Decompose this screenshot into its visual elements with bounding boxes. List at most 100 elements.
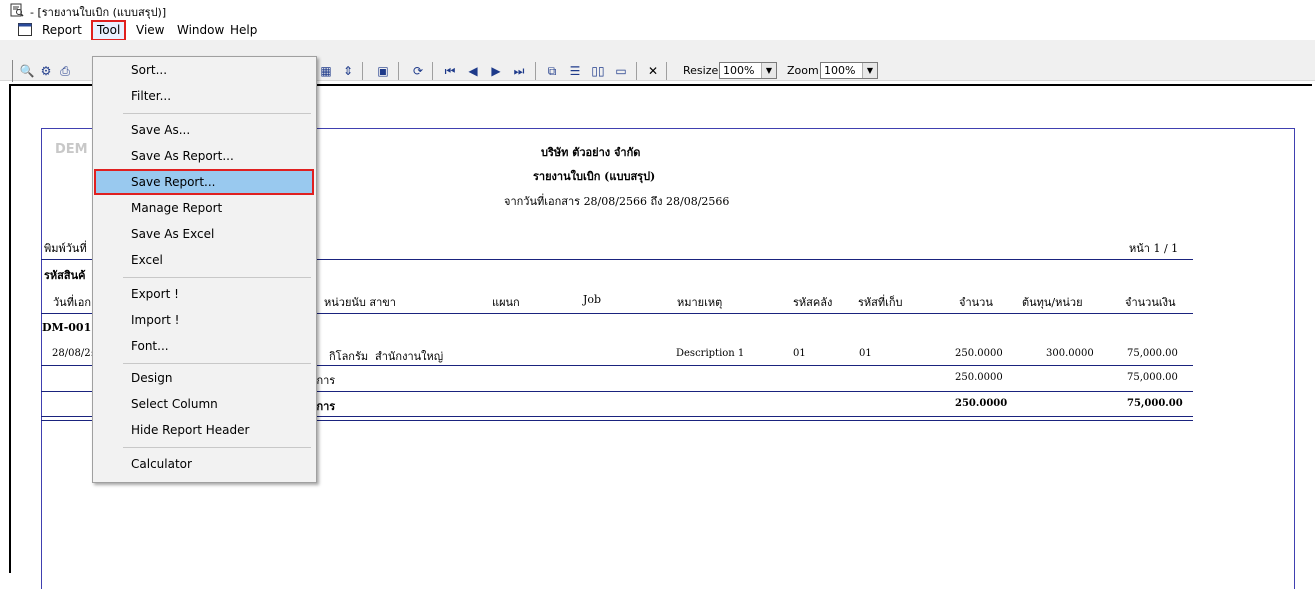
menu-item-hide-report-header[interactable]: Hide Report Header	[93, 419, 316, 441]
report-date-range: จากวันที่เอกสาร 28/08/2566 ถึง 28/08/256…	[504, 192, 729, 210]
col-amount: จำนวนเงิน	[1125, 296, 1176, 309]
menu-item-save-as[interactable]: Save As...	[93, 119, 316, 141]
fit-height-icon[interactable]: ⇕	[340, 63, 356, 79]
subtotal-qty: 250.0000	[955, 372, 1003, 383]
toolbar-grip	[12, 60, 13, 82]
close-icon[interactable]: ✕	[645, 63, 661, 79]
toolbar-separator	[666, 62, 667, 80]
menu-item-import[interactable]: Import !	[93, 309, 316, 331]
menu-item-save-as-report[interactable]: Save As Report...	[93, 145, 316, 167]
menu-item-label: Export !	[131, 287, 179, 301]
subtotal-amount: 75,000.00	[1127, 372, 1178, 383]
menu-separator	[123, 277, 311, 278]
menu-tool[interactable]: Tool	[90, 20, 127, 41]
menu-item-save-as-excel[interactable]: Save As Excel	[93, 223, 316, 245]
date-from: 28/08/2566	[583, 195, 647, 208]
menu-item-label: Filter...	[131, 89, 172, 103]
row-warehouse: 01	[793, 348, 806, 359]
date-to-label: ถึง	[650, 195, 663, 208]
document-window-icon[interactable]	[18, 23, 32, 36]
row-qty: 250.0000	[955, 348, 1003, 359]
grid-icon[interactable]: ▦	[318, 63, 334, 79]
menu-item-save-report[interactable]: Save Report...	[94, 169, 314, 195]
toolbar-separator	[398, 62, 399, 80]
report-preview-icon	[10, 3, 24, 17]
menu-item-label: Font...	[131, 339, 169, 353]
menu-item-excel[interactable]: Excel	[93, 249, 316, 271]
chevron-down-icon[interactable]: ▼	[862, 63, 877, 78]
menu-item-label: Sort...	[131, 63, 168, 77]
row-date: 28/08/2:	[52, 348, 94, 359]
zoom-value: 100%	[824, 64, 856, 77]
col-unit-branch: หน่วยนับ สาขา	[324, 296, 396, 309]
single-page-icon[interactable]: ▭	[613, 63, 629, 79]
zoom-select[interactable]: 100% ▼	[820, 62, 878, 79]
grandtotal-amount: 75,000.00	[1127, 398, 1183, 409]
menu-separator	[123, 447, 311, 448]
chevron-down-icon[interactable]: ▼	[761, 63, 776, 78]
menu-item-calculator[interactable]: Calculator	[93, 453, 316, 475]
refresh-icon[interactable]: ⟳	[410, 63, 426, 79]
resize-select[interactable]: 100% ▼	[719, 62, 777, 79]
resize-value: 100%	[723, 64, 755, 77]
first-page-icon[interactable]: ⏮	[442, 63, 458, 79]
last-page-icon[interactable]: ⏭	[511, 63, 527, 79]
preview-icon[interactable]: 🔍	[19, 63, 35, 79]
multi-page-icon[interactable]: ⧉	[544, 63, 560, 79]
menu-item-label: Calculator	[131, 457, 192, 471]
toolbar-separator	[432, 62, 433, 80]
row-location: 01	[859, 348, 872, 359]
menu-window[interactable]: Window	[173, 22, 228, 39]
menu-item-label: Save As Excel	[131, 227, 215, 241]
menu-item-manage-report[interactable]: Manage Report	[93, 197, 316, 219]
report-title: รายงานใบเบิก (แบบสรุป)	[533, 170, 656, 183]
setup-icon[interactable]: ⚙	[38, 63, 54, 79]
menu-item-label: Import !	[131, 313, 180, 327]
report-company: บริษัท ตัวอย่าง จำกัด	[541, 146, 641, 159]
next-page-icon[interactable]: ▶	[488, 63, 504, 79]
group-code: DM-001	[42, 321, 92, 334]
col-remark: หมายเหตุ	[677, 296, 723, 309]
menu-item-filter[interactable]: Filter...	[93, 85, 316, 107]
row-branch: สำนักงานใหญ่	[375, 350, 444, 363]
row-unit: กิโลกรัม	[329, 350, 369, 363]
window-title: - [รายงานใบเบิก (แบบสรุป)]	[30, 6, 167, 19]
group-label: รหัสสินค้	[44, 269, 86, 282]
menu-report[interactable]: Report	[38, 22, 86, 39]
screen-icon[interactable]: ▣	[375, 63, 391, 79]
menu-item-design[interactable]: Design	[93, 367, 316, 389]
menu-item-label: Save Report...	[131, 175, 216, 189]
menu-item-label: Design	[131, 371, 173, 385]
row-unit-cost: 300.0000	[1046, 348, 1094, 359]
menu-item-sort[interactable]: Sort...	[93, 59, 316, 81]
row-remark: Description 1	[676, 348, 745, 359]
menu-item-label: Select Column	[131, 397, 218, 411]
resize-label: Resize:	[683, 64, 722, 77]
title-bar: - [รายงานใบเบิก (แบบสรุป)]	[0, 0, 1315, 20]
tool-menu-dropdown: Sort... Filter... Save As... Save As Rep…	[92, 56, 317, 483]
menu-view[interactable]: View	[132, 22, 168, 39]
menu-help[interactable]: Help	[226, 22, 261, 39]
row-amount: 75,000.00	[1127, 348, 1178, 359]
toolbar-separator	[636, 62, 637, 80]
col-warehouse: รหัสคลัง	[793, 296, 833, 309]
page-label: หน้า	[1129, 242, 1150, 255]
grandtotal-qty: 250.0000	[955, 398, 1008, 409]
menu-item-select-column[interactable]: Select Column	[93, 393, 316, 415]
zoom-label: Zoom:	[787, 64, 823, 77]
col-job: Job	[583, 293, 602, 306]
date-to: 28/08/2566	[666, 195, 730, 208]
rows-icon[interactable]: ☰	[567, 63, 583, 79]
menu-item-export[interactable]: Export !	[93, 283, 316, 305]
toolbar-separator	[535, 62, 536, 80]
previous-page-icon[interactable]: ◀	[465, 63, 481, 79]
print-icon[interactable]: ⎙	[57, 63, 73, 79]
page-value: 1 / 1	[1153, 242, 1179, 255]
menu-item-label: Save As Report...	[131, 149, 234, 163]
menu-item-font[interactable]: Font...	[93, 335, 316, 357]
two-page-icon[interactable]: ▯▯	[590, 63, 606, 79]
col-doc-date: วันที่เอก	[53, 296, 91, 309]
col-unit-cost: ต้นทุน/หน่วย	[1022, 296, 1083, 309]
menu-item-label: Manage Report	[131, 201, 223, 215]
menu-item-label: Excel	[131, 253, 163, 267]
